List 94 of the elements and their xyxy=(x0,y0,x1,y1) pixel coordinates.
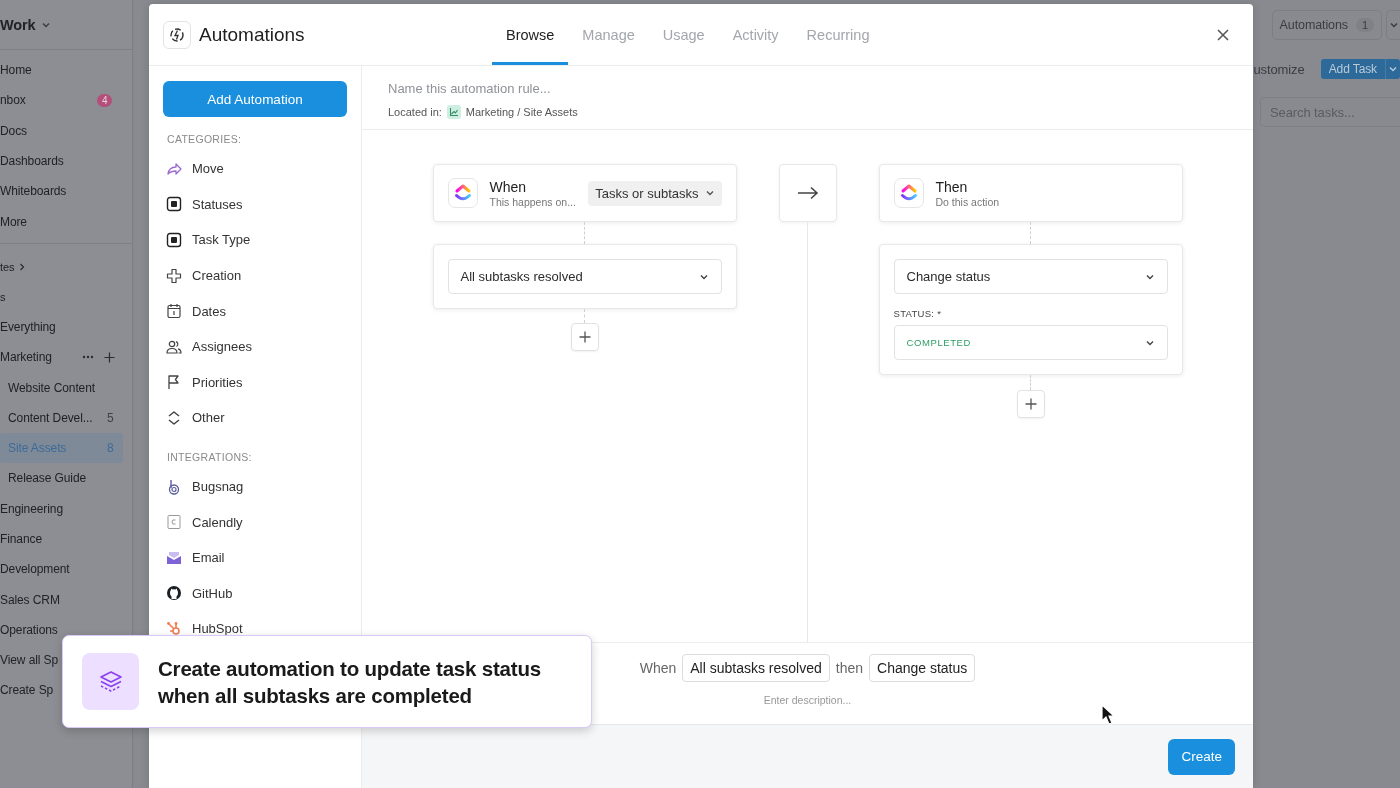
square-icon xyxy=(166,232,182,248)
nav-item[interactable]: Whiteboards xyxy=(0,184,67,199)
description-field[interactable]: Enter description... xyxy=(763,694,852,706)
field-label: STATUS: * xyxy=(893,308,943,319)
category-item[interactable]: Other xyxy=(192,410,225,426)
chevron-down-icon xyxy=(1388,64,1398,74)
tab[interactable]: Manage xyxy=(568,4,649,65)
nav-item[interactable]: Dashboards xyxy=(0,154,64,169)
target-icon xyxy=(166,478,182,495)
dialog-title: Automations xyxy=(199,23,305,46)
rule-name-field[interactable]: Name this automation rule... xyxy=(388,81,1253,96)
layers-icon xyxy=(82,653,139,710)
add-step-button[interactable] xyxy=(1016,390,1045,418)
callout-text: Create automation to update task status when all subtasks are completed xyxy=(158,655,542,709)
chevron-down-icon xyxy=(1388,20,1399,30)
section-label[interactable]: tes xyxy=(0,260,15,273)
integration-item[interactable]: GitHub xyxy=(192,585,233,601)
integration-item[interactable]: Bugsnag xyxy=(192,479,244,495)
space-item[interactable]: Finance xyxy=(0,532,42,546)
workspace-name[interactable]: Work xyxy=(0,16,36,33)
automations-button[interactable]: Automations 1 xyxy=(1271,10,1382,40)
integration-item[interactable]: HubSpot xyxy=(192,621,243,637)
trigger-title: When xyxy=(489,178,528,195)
list-item[interactable]: Website Content xyxy=(8,380,95,395)
location-path[interactable]: Marketing / Site Assets xyxy=(465,106,578,118)
count-badge: 4 xyxy=(97,93,113,107)
space-item[interactable]: Sales CRM xyxy=(0,592,60,607)
tab[interactable]: Usage xyxy=(648,4,719,65)
trigger-dropdown[interactable]: All subtasks resolved xyxy=(447,259,722,294)
add-automation-button[interactable]: Add Automation xyxy=(163,81,347,117)
action-subtitle: Do this action xyxy=(935,195,1000,208)
plus-icon xyxy=(578,331,591,343)
plus-icon[interactable] xyxy=(104,351,115,363)
summary-text: When xyxy=(639,660,677,676)
chevrons-icon xyxy=(166,409,182,426)
plus-icon xyxy=(1024,398,1037,410)
category-item[interactable]: Statuses xyxy=(192,196,243,212)
category-item[interactable]: Assignees xyxy=(192,339,252,355)
action-dropdown[interactable]: Change status xyxy=(893,259,1168,294)
chart-icon xyxy=(446,105,461,119)
logo-icon xyxy=(899,183,918,203)
location-label: Located in: xyxy=(388,106,442,118)
category-item[interactable]: Task Type xyxy=(192,232,251,248)
item-count: 5 xyxy=(107,410,114,425)
add-task-button[interactable]: Add Task xyxy=(1320,59,1400,79)
logo-icon xyxy=(453,183,472,203)
sprocket-icon xyxy=(166,620,182,637)
space-item[interactable]: Engineering xyxy=(0,501,63,516)
action-title: Then xyxy=(935,178,969,195)
category-item[interactable]: Dates xyxy=(192,303,226,319)
space-item[interactable]: Everything xyxy=(0,319,56,334)
item-count: 8 xyxy=(107,441,114,456)
nav-item[interactable]: Home xyxy=(0,63,32,78)
people-icon xyxy=(166,338,182,355)
chevron-down-icon xyxy=(704,188,715,198)
section-heading: CATEGORIES: xyxy=(167,133,243,145)
nav-item[interactable]: Docs xyxy=(0,123,27,138)
integration-item[interactable]: Email xyxy=(192,550,225,566)
list-item[interactable]: Release Guide xyxy=(8,471,87,486)
category-item[interactable]: Move xyxy=(192,161,224,177)
summary-text: then xyxy=(835,660,863,676)
space-item[interactable]: View all Sp xyxy=(0,653,59,668)
space-item[interactable]: Development xyxy=(0,562,70,577)
integration-item[interactable]: Calendly xyxy=(192,514,243,530)
envelope-icon xyxy=(166,549,182,566)
category-item[interactable]: Creation xyxy=(192,268,242,284)
logo-icon xyxy=(166,585,182,602)
nav-item[interactable]: More xyxy=(0,214,27,229)
space-item[interactable]: Marketing xyxy=(0,350,52,365)
trigger-chip[interactable]: All subtasks resolved xyxy=(682,654,830,682)
close-icon[interactable] xyxy=(1217,28,1229,41)
section-label[interactable]: s xyxy=(0,290,6,303)
calendar-icon xyxy=(166,514,182,531)
tab[interactable]: Browse xyxy=(492,4,569,65)
section-heading: INTEGRATIONS: xyxy=(167,450,253,463)
dropdown-button[interactable] xyxy=(1386,10,1400,40)
scope-dropdown[interactable]: Tasks or subtasks xyxy=(588,180,722,206)
add-step-button[interactable] xyxy=(570,323,599,351)
category-item[interactable]: Priorities xyxy=(192,374,243,390)
trigger-subtitle: This happens on... xyxy=(489,195,576,208)
plus-icon xyxy=(166,267,182,284)
calendar-icon xyxy=(166,303,182,320)
automation-logo-icon xyxy=(163,20,191,49)
more-icon xyxy=(82,355,94,360)
status-dropdown[interactable]: COMPLETED xyxy=(893,325,1168,360)
nav-item[interactable]: nbox xyxy=(0,93,26,108)
customize-button[interactable]: ustomize xyxy=(1253,61,1305,77)
list-item[interactable]: Content Devel... xyxy=(8,410,93,425)
space-item[interactable]: Operations xyxy=(0,622,58,637)
square-icon xyxy=(166,196,182,213)
space-item[interactable]: Create Sp xyxy=(0,683,54,698)
action-chip[interactable]: Change status xyxy=(869,654,976,682)
create-button[interactable]: Create xyxy=(1168,738,1235,775)
chevron-right-icon xyxy=(18,262,27,271)
